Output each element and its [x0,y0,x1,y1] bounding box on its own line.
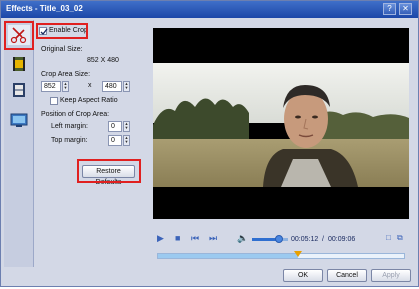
sidebar-item-video-effects[interactable] [8,54,30,74]
position-label: Position of Crop Area: [41,111,110,118]
top-margin-stepper[interactable]: ▲ ▼ [123,135,130,146]
ok-button[interactable]: OK [283,269,323,282]
player-controls: ▶ ■ ⏮ ⏭ 🔈 00:05:12 / 00:09:06 □ ⧉ [153,229,409,249]
left-margin-label: Left margin: [51,123,88,130]
cancel-button[interactable]: Cancel [327,269,367,282]
video-preview [153,28,409,219]
window-title: Effects - Title_03_02 [6,4,83,13]
volume-slider[interactable] [252,235,288,243]
snapshot-icon[interactable]: □ [386,233,391,242]
crop-width-stepper[interactable]: ▲ ▼ [62,81,69,92]
left-margin-stepper[interactable]: ▲ ▼ [123,121,130,132]
crop-height-input[interactable]: 480 [102,81,122,92]
timeline-marker[interactable] [294,251,303,257]
crop-settings-panel: Enable Crop Original Size: 852 X 480 Cro… [36,20,149,267]
size-separator: x [88,82,92,89]
close-icon[interactable]: ✕ [399,3,412,15]
left-margin-input[interactable]: 0 [108,121,122,132]
screen-icon [10,113,28,127]
original-size-label: Original Size: [41,46,83,53]
next-frame-icon[interactable]: ⏭ [209,233,217,244]
crop-width-input[interactable]: 852 [41,81,61,92]
title-bar: Effects - Title_03_02 ? ✕ [1,1,418,18]
top-margin-input[interactable]: 0 [108,135,122,146]
previous-frame-icon[interactable]: ⏮ [191,233,199,244]
crop-area-size-label: Crop Area Size: [41,71,91,78]
film-icon [13,57,25,71]
top-margin-label: Top margin: [51,137,88,144]
sidebar-item-trim[interactable] [8,80,30,100]
volume-knob[interactable] [275,235,283,243]
crop-height-stepper[interactable]: ▲ ▼ [123,81,130,92]
enable-crop-highlight-box [36,23,88,39]
effects-sidebar [4,20,34,267]
restore-defaults-highlight-box [77,159,141,183]
timeline-progress [158,254,299,258]
apply-button[interactable]: Apply [371,269,411,282]
current-time: 00:05:12 [291,236,319,243]
keep-aspect-checkbox[interactable] [50,97,58,105]
film-strip-icon [13,83,25,97]
crop-highlight-box [4,21,34,50]
effects-dialog: Effects - Title_03_02 ? ✕ Enable Crop Or… [0,0,419,287]
keep-aspect-label: Keep Aspect Ratio [60,97,118,104]
total-time: 00:09:06 [328,236,356,243]
sidebar-item-watermark[interactable] [8,110,30,130]
video-still-image [153,63,409,187]
video-frame [153,63,409,187]
original-size-value: 852 X 480 [87,57,119,64]
time-separator: / [322,236,324,243]
help-icon[interactable]: ? [383,3,396,15]
stop-icon[interactable]: ■ [175,233,180,243]
volume-icon[interactable]: 🔈 [237,233,248,244]
timeline-bar[interactable] [157,251,405,259]
fullscreen-icon[interactable]: ⧉ [397,233,403,243]
play-icon[interactable]: ▶ [157,233,164,244]
